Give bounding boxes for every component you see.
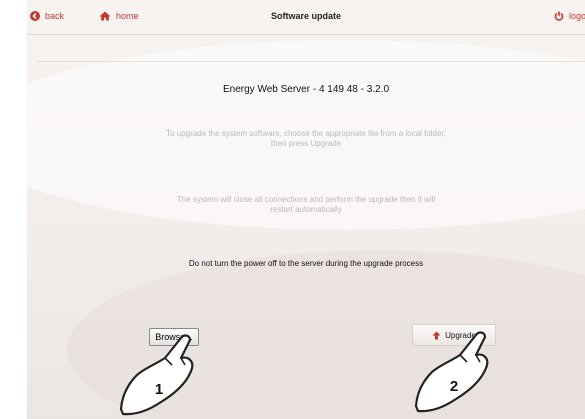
callout-2: 2 <box>414 331 489 413</box>
notice-line-2: restart automatically <box>270 205 342 214</box>
instructions-text: To upgrade the system software, choose t… <box>27 129 585 149</box>
logout-button[interactable]: logo <box>554 11 585 21</box>
header-bar: back home Software update logo <box>27 0 585 35</box>
power-warning: Do not turn the power off to the server … <box>188 259 424 268</box>
power-icon <box>554 11 564 21</box>
logout-label: logo <box>569 11 585 21</box>
callout-2-number: 2 <box>450 378 458 395</box>
callout-2-hand <box>414 331 489 413</box>
content-panel: back home Software update logo Energy We… <box>27 0 585 419</box>
notice-line-1: The system will close all connections an… <box>176 195 436 204</box>
callout-1-number: 1 <box>155 381 163 398</box>
page-title: Software update <box>270 11 341 21</box>
instructions-line-2: then press Upgrade <box>270 139 342 148</box>
callout-1: 1 <box>119 334 194 416</box>
server-name: Energy Web Server - 4 149 48 - 3.2.0 <box>222 84 389 95</box>
notice-text: The system will close all connections an… <box>27 195 585 215</box>
callout-1-hand <box>119 334 194 416</box>
instructions-line-1: To upgrade the system software, choose t… <box>166 129 446 138</box>
divider <box>37 61 585 62</box>
